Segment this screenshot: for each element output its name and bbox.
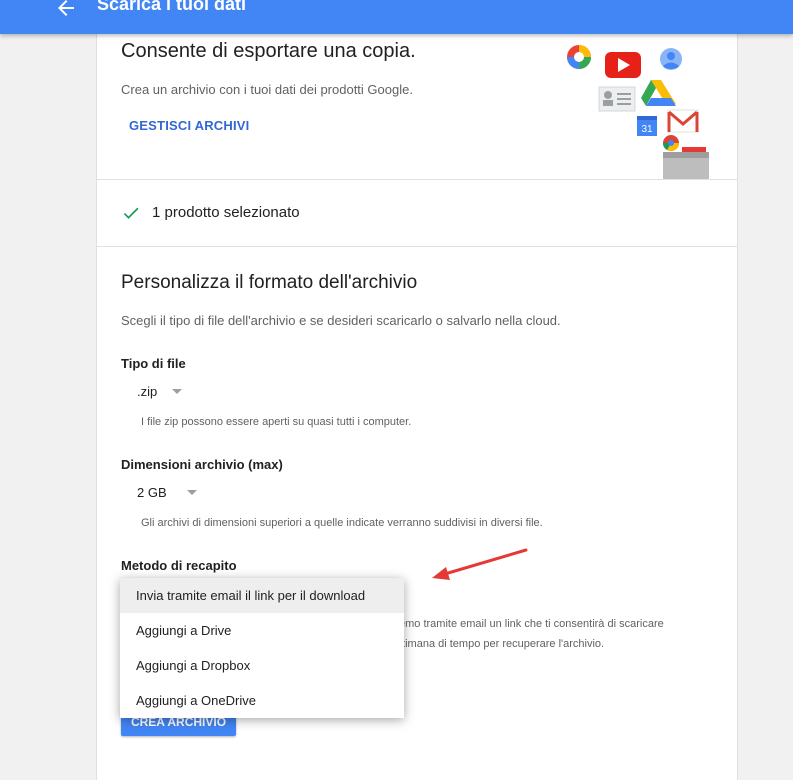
photos-icon <box>567 45 591 69</box>
menu-item-add-to-drive[interactable]: Aggiungi a Drive <box>120 613 404 648</box>
manage-archives-link[interactable]: GESTISCI ARCHIVI <box>129 118 249 133</box>
file-type-hint: I file zip possono essere aperti su quas… <box>141 416 412 428</box>
app-bar: Scarica i tuoi dati <box>0 0 793 34</box>
menu-item-add-to-dropbox[interactable]: Aggiungi a Dropbox <box>120 648 404 683</box>
page-title: Scarica i tuoi dati <box>97 0 247 14</box>
archive-size-value: 2 GB <box>137 485 167 501</box>
back-arrow-icon[interactable] <box>54 0 78 20</box>
delivery-hint-line2: ttimana di tempo per recuperare l'archiv… <box>399 638 605 650</box>
divider <box>97 246 737 247</box>
selected-products-count: 1 prodotto selezionato <box>152 204 300 221</box>
delivery-hint-line1: emo tramite email un link che ti consent… <box>399 618 664 630</box>
chrome-icon <box>662 135 680 152</box>
delivery-method-dropdown[interactable]: Invia tramite email il link per il downl… <box>120 578 404 718</box>
file-type-label: Tipo di file <box>121 356 186 371</box>
format-section-title: Personalizza il formato dell'archivio <box>121 272 418 293</box>
divider <box>97 179 737 180</box>
menu-item-email-link[interactable]: Invia tramite email il link per il downl… <box>120 578 404 613</box>
intro-title: Consente di esportare una copia. <box>121 40 416 62</box>
format-section-description: Scegli il tipo di file dell'archivio e s… <box>121 313 561 328</box>
intro-description: Crea un archivio con i tuoi dati dei pro… <box>121 82 413 97</box>
drive-icon <box>641 80 676 106</box>
profile-icon <box>660 48 682 70</box>
archive-size-label: Dimensioni archivio (max) <box>121 457 283 472</box>
chevron-down-icon <box>187 490 198 496</box>
google-products-illustration: 31 <box>567 45 709 180</box>
calendar-icon: 31 <box>637 116 657 136</box>
file-type-select[interactable]: .zip <box>137 383 182 407</box>
archive-size-select[interactable]: 2 GB <box>137 484 198 508</box>
chevron-down-icon <box>171 389 182 395</box>
file-type-value: .zip <box>137 384 158 400</box>
youtube-icon <box>605 52 641 78</box>
gmail-icon <box>667 109 699 133</box>
svg-text:31: 31 <box>641 124 653 135</box>
delivery-method-label: Metodo di recapito <box>121 558 237 573</box>
check-icon <box>123 207 139 219</box>
menu-item-add-to-onedrive[interactable]: Aggiungi a OneDrive <box>120 683 404 718</box>
archive-size-hint: Gli archivi di dimensioni superiori a qu… <box>141 517 543 529</box>
contacts-icon <box>598 86 636 112</box>
archive-box-icon <box>663 147 709 180</box>
annotation-arrow-icon <box>432 548 528 580</box>
